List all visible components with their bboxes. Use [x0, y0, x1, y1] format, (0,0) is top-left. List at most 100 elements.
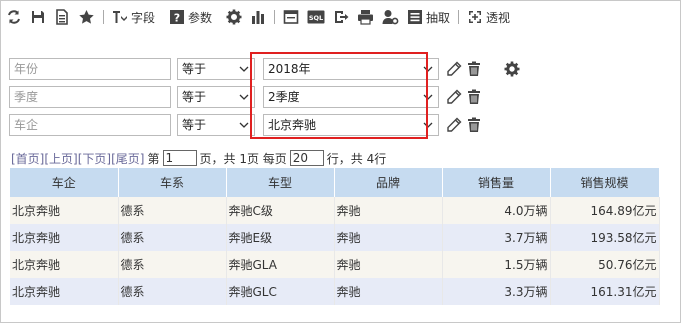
value-text: 2018年: [268, 62, 311, 76]
table-cell: 北京奔驰: [10, 197, 119, 224]
gear-icon: [504, 61, 520, 77]
export-icon: [335, 11, 349, 23]
filter-value-select[interactable]: 2季度: [263, 86, 439, 108]
pivot-button[interactable]: 透视: [467, 6, 510, 28]
operator-value: 等于: [182, 90, 207, 104]
settings-button[interactable]: [226, 6, 242, 28]
delete-button[interactable]: [467, 61, 481, 77]
table-cell: 奔驰GLA: [226, 251, 335, 278]
favorite-button[interactable]: [78, 6, 95, 28]
print-button[interactable]: [357, 6, 374, 28]
user-settings-button[interactable]: [382, 6, 399, 28]
extract-button[interactable]: 抽取: [407, 6, 450, 28]
export-button[interactable]: [333, 6, 349, 28]
filter-value-select[interactable]: 北京奔驰: [263, 114, 439, 136]
table-cell: 奔驰: [334, 197, 443, 224]
table-cell: 德系: [118, 251, 227, 278]
pager: [首页] [上页] [下页] [尾页] 第 1 页，共 1页 每页 20 行，共…: [11, 150, 386, 166]
filter-value-select[interactable]: 2018年: [263, 58, 439, 80]
edit-button[interactable]: [446, 61, 462, 77]
refresh-button[interactable]: [6, 6, 22, 28]
table-cell: 北京奔驰: [10, 224, 119, 251]
table-cell: 奔驰GLC: [226, 278, 335, 305]
page-size-input[interactable]: 20: [289, 150, 324, 166]
pivot-label: 透视: [486, 10, 511, 25]
last-page-link[interactable]: [尾页]: [111, 150, 144, 167]
chart-button[interactable]: [250, 6, 266, 28]
table-cell: 奔驰E级: [226, 224, 335, 251]
field-button[interactable]: 字段: [112, 6, 155, 28]
toolbar: 字段 ? 参数 SQL 抽取 透视: [6, 6, 518, 28]
data-table: 车企 车系 车型 品牌 销售量 销售规模 北京奔驰 德系 奔驰C级 奔驰 4.0…: [10, 168, 660, 305]
table-cell: 奔驰: [334, 251, 443, 278]
pivot-icon: [469, 11, 482, 23]
filter-operator-select[interactable]: 等于: [177, 58, 255, 80]
table-cell: 1.5万辆: [442, 251, 551, 278]
first-page-link[interactable]: [首页]: [11, 150, 44, 167]
extract-icon: [408, 10, 423, 24]
param-button[interactable]: ? 参数: [169, 6, 212, 28]
delete-button[interactable]: [467, 117, 481, 133]
svg-text:SQL: SQL: [309, 14, 323, 22]
page-prefix: 第: [147, 151, 160, 166]
save-button[interactable]: [30, 6, 46, 28]
table-cell: 德系: [118, 224, 227, 251]
printer-icon: [358, 10, 374, 25]
filter-operator-select[interactable]: 等于: [177, 86, 255, 108]
pencil-icon: [447, 61, 462, 76]
param-label: 参数: [188, 10, 213, 25]
size-suffix: 行，共 4行: [326, 151, 387, 166]
table-cell: 德系: [118, 278, 227, 305]
bar-chart-icon: [252, 11, 265, 24]
toolbar-separator: [274, 10, 276, 24]
column-header[interactable]: 销售规模: [550, 168, 660, 197]
edit-button[interactable]: [446, 117, 462, 133]
column-header[interactable]: 车型: [226, 168, 335, 197]
field-label: 字段: [131, 10, 156, 25]
edit-button[interactable]: [446, 89, 462, 105]
trash-icon: [468, 117, 480, 132]
user-gear-icon: [382, 10, 399, 25]
table-cell: 奔驰: [334, 278, 443, 305]
column-header[interactable]: 销售量: [442, 168, 551, 197]
table-cell: 德系: [118, 197, 227, 224]
value-text: 北京奔驰: [268, 118, 317, 132]
next-page-link[interactable]: [下页]: [78, 150, 111, 167]
pencil-icon: [447, 89, 462, 104]
page-suffix: 页，共 1页 每页: [199, 151, 287, 166]
column-header[interactable]: 车企: [10, 168, 119, 197]
refresh-icon: [8, 10, 20, 24]
filter-field[interactable]: 年份: [9, 58, 171, 80]
filter-row: 年份 等于 2018年: [9, 58, 525, 80]
column-header[interactable]: 品牌: [334, 168, 443, 197]
prev-page-link[interactable]: [上页]: [44, 150, 77, 167]
filter-row: 季度 等于 2季度: [9, 86, 486, 108]
trash-icon: [468, 61, 480, 76]
chevron-down-icon: [239, 122, 249, 128]
filter-field[interactable]: 车企: [9, 114, 171, 136]
sql-button[interactable]: SQL: [307, 6, 325, 28]
filter-field[interactable]: 季度: [9, 86, 171, 108]
save-as-button[interactable]: [54, 6, 70, 28]
filter-row: 车企 等于 北京奔驰: [9, 114, 486, 136]
filter-operator-select[interactable]: 等于: [177, 114, 255, 136]
table-cell: 北京奔驰: [10, 278, 119, 305]
extract-label: 抽取: [426, 10, 451, 25]
table-cell: 164.89亿元: [550, 197, 660, 224]
document-icon: [56, 9, 68, 25]
trash-icon: [468, 89, 480, 104]
toolbar-separator: [103, 10, 104, 24]
table-row: 北京奔驰 德系 奔驰E级 奔驰 3.7万辆 193.58亿元: [10, 224, 660, 251]
sql-icon: SQL: [307, 10, 325, 24]
table-row: 北京奔驰 德系 奔驰C级 奔驰 4.0万辆 164.89亿元: [10, 197, 660, 224]
table-header-row: 车企 车系 车型 品牌 销售量 销售规模: [10, 168, 660, 197]
chevron-down-icon: [423, 122, 433, 128]
layout-button[interactable]: [283, 6, 299, 28]
column-header[interactable]: 车系: [118, 168, 227, 197]
question-icon: ?: [170, 10, 185, 25]
page-number-input[interactable]: 1: [162, 150, 197, 166]
chevron-down-icon: [239, 94, 249, 100]
delete-button[interactable]: [467, 89, 481, 105]
table-cell: 奔驰: [334, 224, 443, 251]
filter-settings-button[interactable]: [504, 61, 520, 77]
